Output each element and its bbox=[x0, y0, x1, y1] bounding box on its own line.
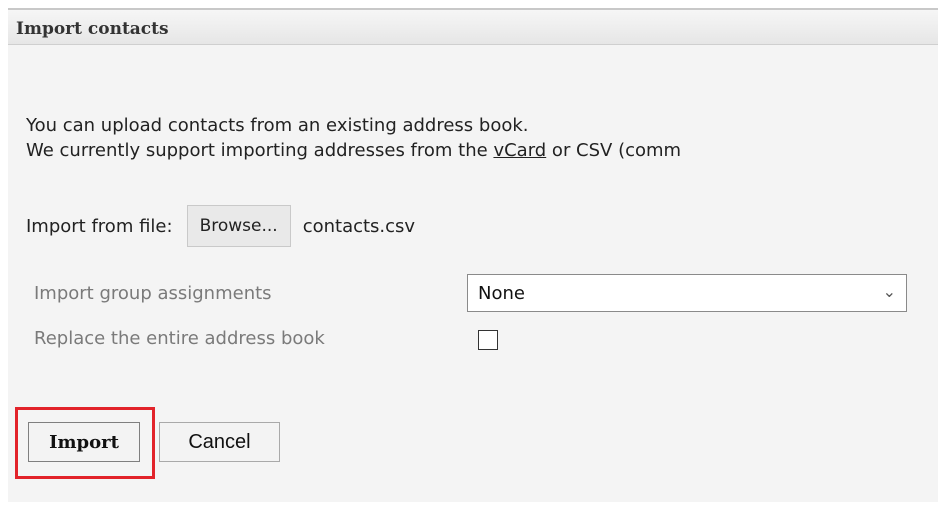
replace-address-book-checkbox[interactable] bbox=[478, 330, 498, 350]
group-assignments-value: None bbox=[478, 283, 525, 304]
file-import-row: Import from file: Browse... contacts.csv bbox=[26, 205, 416, 247]
chevron-down-icon: ⌄ bbox=[882, 282, 896, 301]
file-label: Import from file: bbox=[26, 215, 173, 237]
dialog-title: Import contacts bbox=[16, 19, 169, 39]
browse-button[interactable]: Browse... bbox=[186, 205, 291, 247]
selected-file-name: contacts.csv bbox=[302, 215, 416, 237]
intro-line-2-start: We currently support importing addresses… bbox=[26, 140, 494, 161]
intro-text: You can upload contacts from an existing… bbox=[26, 113, 681, 163]
import-button[interactable]: Import bbox=[28, 422, 140, 462]
group-assignments-select[interactable]: None ⌄ bbox=[467, 274, 907, 312]
intro-line-2-end: or CSV (comm bbox=[546, 140, 682, 161]
intro-line-1: You can upload contacts from an existing… bbox=[26, 115, 529, 136]
intro-line-2: We currently support importing addresses… bbox=[26, 138, 681, 163]
replace-address-book-label: Replace the entire address book bbox=[34, 328, 325, 349]
cancel-button[interactable]: Cancel bbox=[159, 422, 280, 462]
vcard-link[interactable]: vCard bbox=[493, 140, 546, 161]
dialog-title-bar: Import contacts bbox=[8, 10, 938, 45]
import-contacts-dialog: Import contacts You can upload contacts … bbox=[8, 8, 938, 502]
group-assignments-label: Import group assignments bbox=[34, 283, 272, 304]
